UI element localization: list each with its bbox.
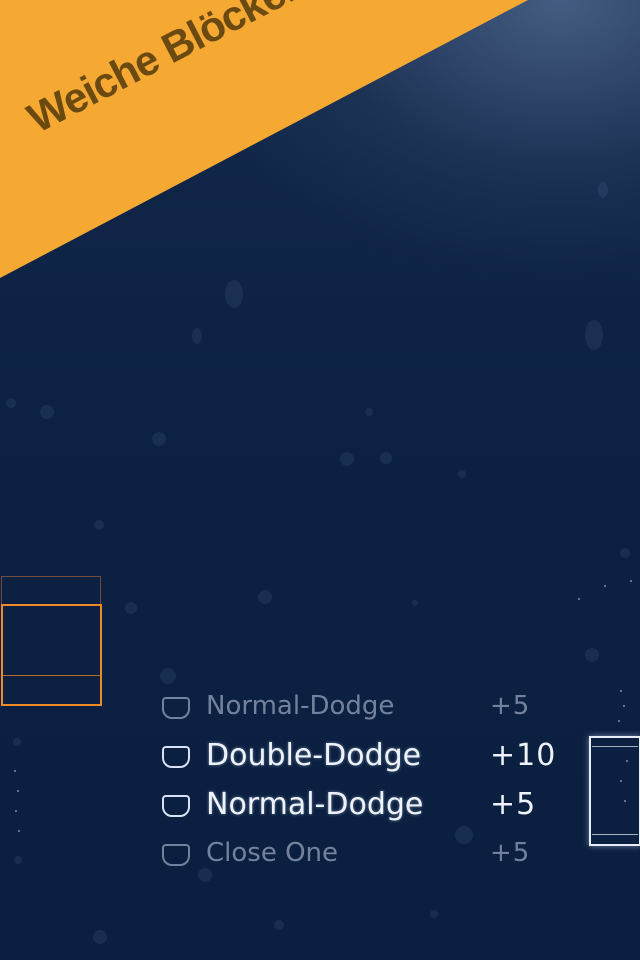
- shield-icon: [162, 697, 190, 719]
- left-block-divider: [3, 675, 100, 676]
- background-bubble: [458, 470, 466, 478]
- score-points: +5: [490, 691, 531, 721]
- instruction-banner: [0, 0, 528, 278]
- left-player-block[interactable]: [1, 604, 102, 706]
- background-bubble: [40, 405, 54, 419]
- shield-icon: [162, 844, 190, 866]
- sparkle: [14, 770, 16, 772]
- background-bubble: [620, 548, 630, 558]
- sparkle: [630, 580, 632, 582]
- background-bubble: [585, 648, 599, 662]
- background-bubble: [258, 590, 272, 604]
- score-label: Close One: [206, 838, 339, 868]
- right-block-divider: [592, 834, 638, 835]
- background-bubble: [152, 432, 166, 446]
- background-bubble: [274, 920, 284, 930]
- background-bubble: [13, 738, 21, 746]
- shield-icon: [162, 746, 190, 768]
- game-scene[interactable]: Normal-Dodge +5 Double-Dodge +10 Normal-…: [0, 0, 640, 960]
- score-feed: Normal-Dodge +5 Double-Dodge +10 Normal-…: [160, 685, 580, 881]
- banner-shape: [0, 0, 528, 278]
- sparkle: [618, 720, 620, 722]
- sparkle: [620, 690, 622, 692]
- background-bubble: [192, 328, 202, 344]
- background-bubble: [94, 520, 104, 530]
- background-bubble: [585, 320, 603, 350]
- background-bubble: [93, 930, 107, 944]
- score-row: Normal-Dodge +5: [160, 685, 580, 734]
- right-block-divider: [592, 746, 638, 747]
- background-bubble: [14, 856, 22, 864]
- sparkle: [18, 830, 20, 832]
- left-block-top-outline: [1, 576, 101, 606]
- background-bubble: [125, 602, 137, 614]
- background-bubble: [160, 668, 176, 684]
- background-bubble: [380, 452, 392, 464]
- score-points: +5: [490, 787, 537, 822]
- background-bubble: [6, 398, 16, 408]
- sparkle: [15, 810, 17, 812]
- score-row: Normal-Dodge +5: [160, 783, 580, 832]
- background-bubble: [430, 910, 438, 918]
- score-points: +5: [490, 838, 531, 868]
- score-row: Close One +5: [160, 832, 580, 881]
- score-label: Normal-Dodge: [206, 691, 395, 721]
- background-bubble: [365, 408, 373, 416]
- score-points: +10: [490, 738, 557, 773]
- shield-icon: [162, 795, 190, 817]
- sparkle: [17, 790, 19, 792]
- sparkle: [604, 585, 606, 587]
- right-player-block[interactable]: [589, 736, 640, 846]
- score-label: Normal-Dodge: [206, 787, 424, 822]
- background-bubble: [412, 600, 418, 606]
- background-bubble: [340, 452, 354, 466]
- sparkle: [578, 598, 580, 600]
- score-row: Double-Dodge +10: [160, 734, 580, 783]
- sparkle: [623, 705, 625, 707]
- score-label: Double-Dodge: [206, 738, 422, 773]
